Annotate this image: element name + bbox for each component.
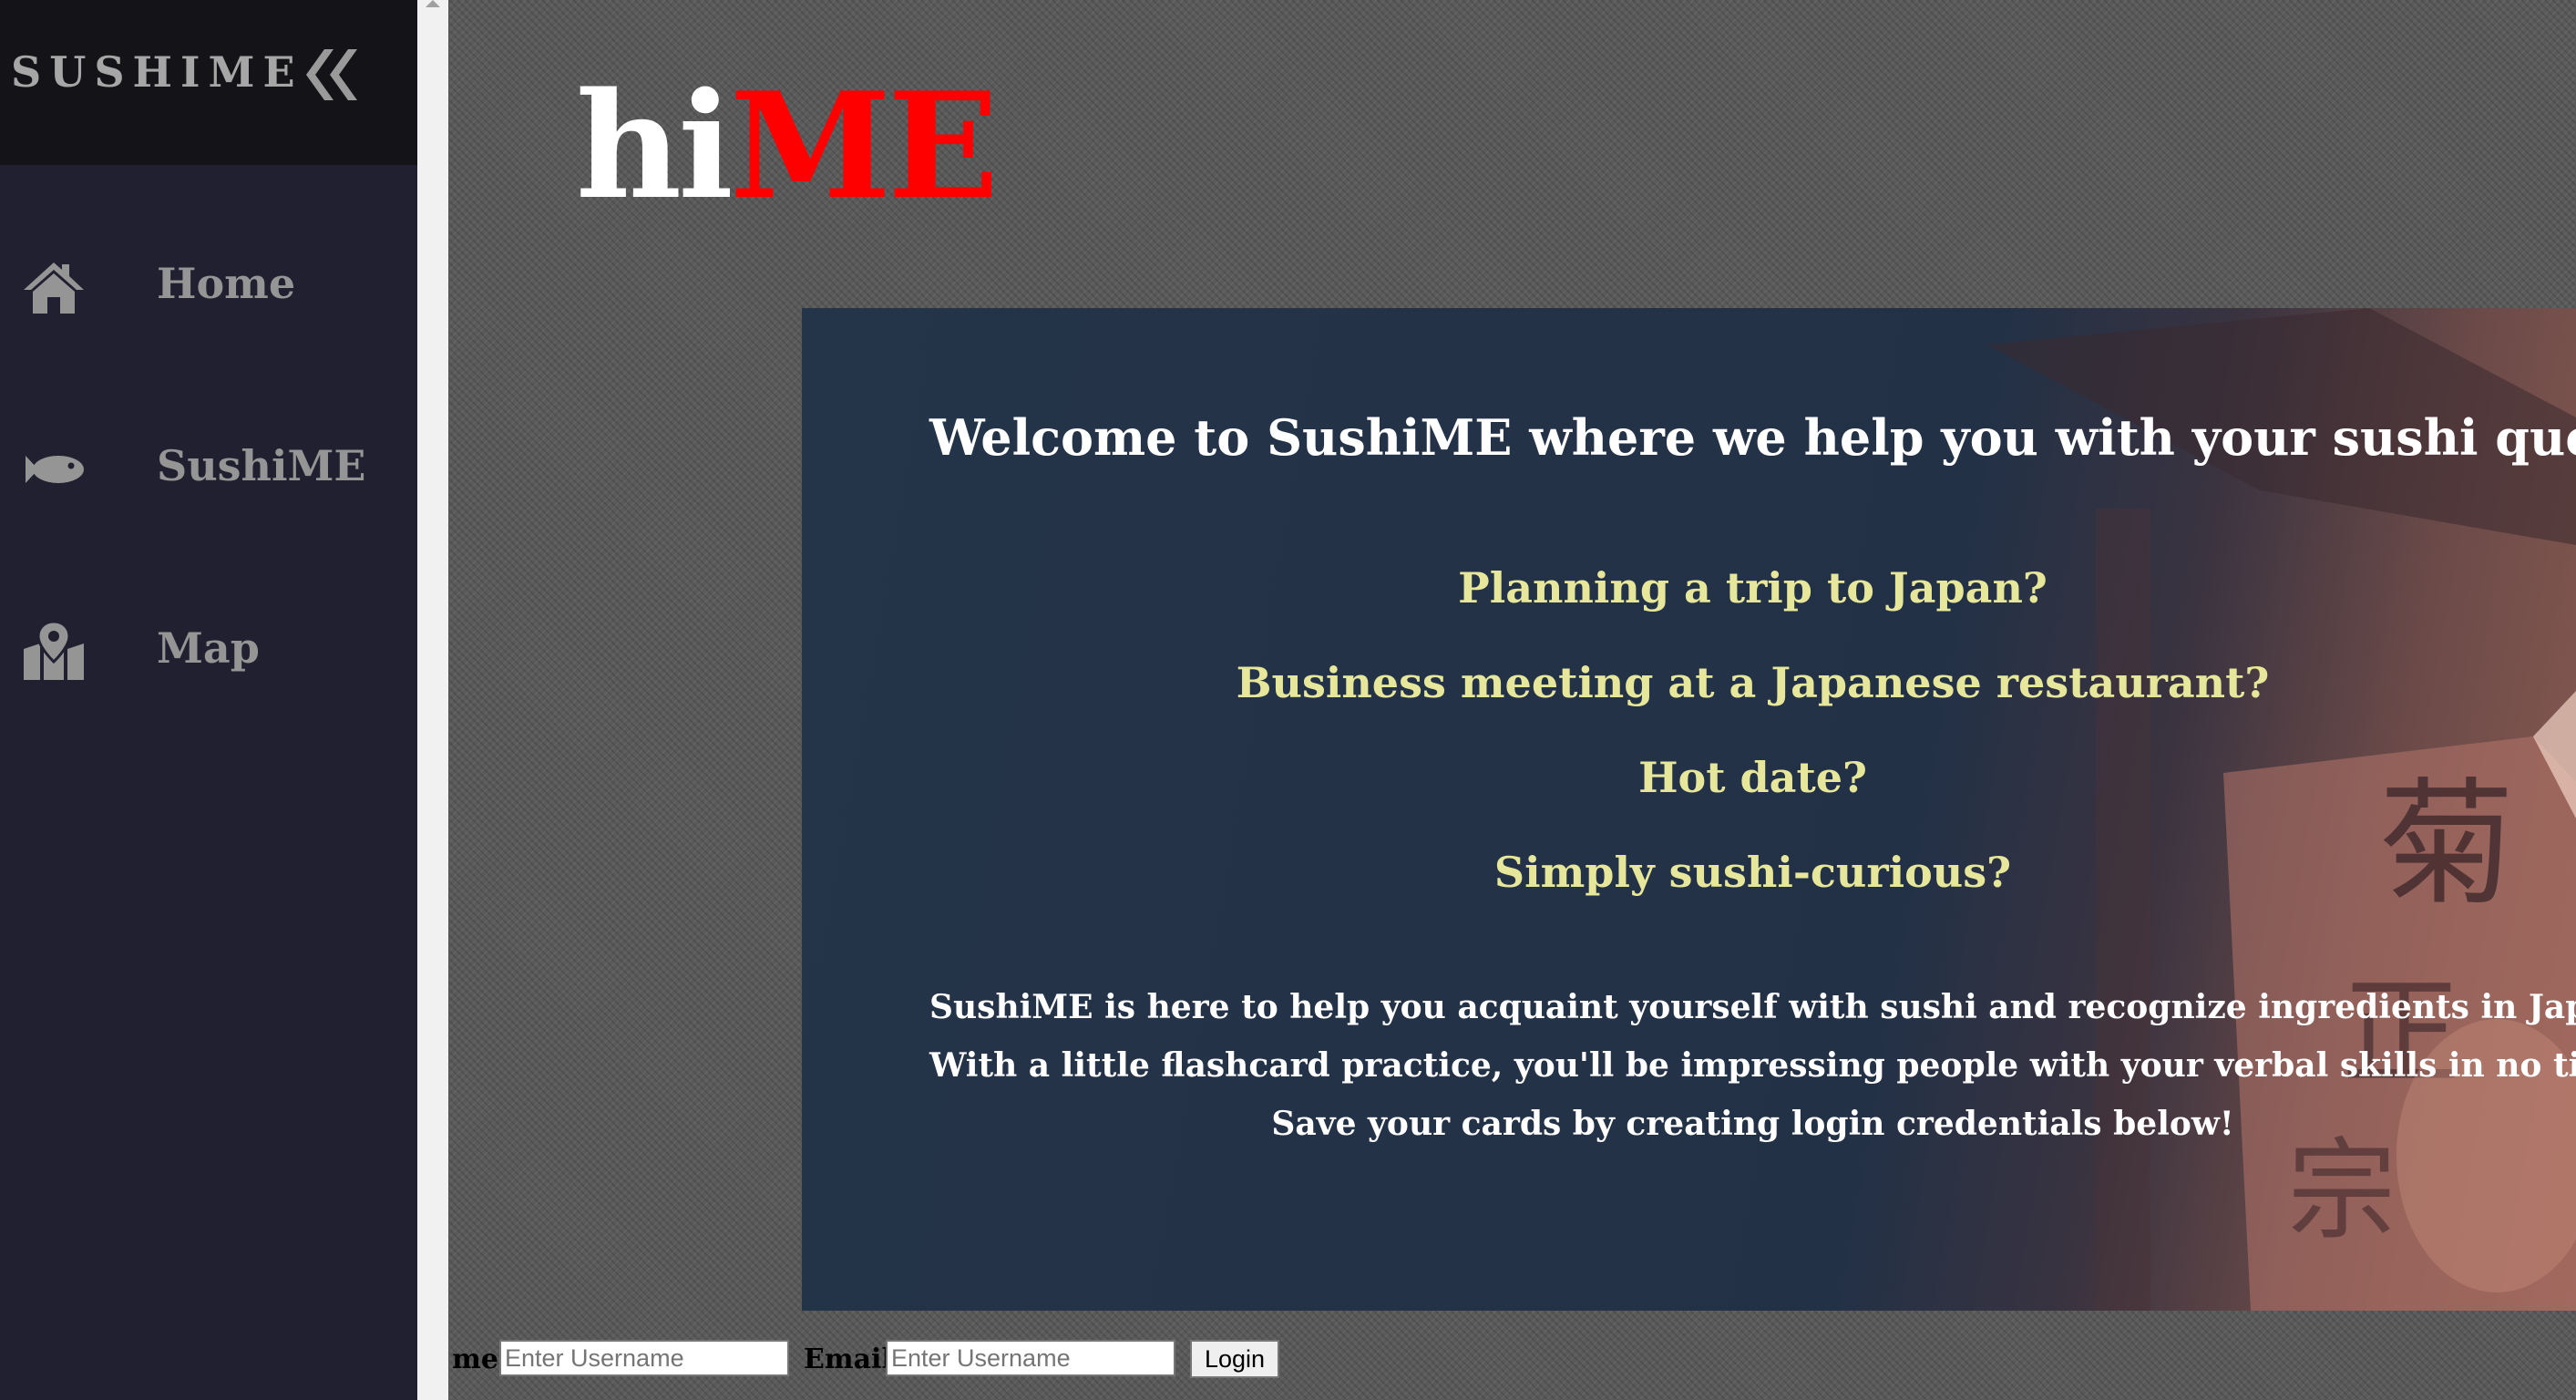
email-label: Email [804,1343,892,1375]
welcome-heading: Welcome to SushiME where we help you wit… [929,408,2576,467]
description-line: With a little flashcard practice, you'll… [929,1046,2576,1085]
home-icon [24,262,84,314]
username-input[interactable] [499,1340,789,1376]
sidebar-header: SUSHIME [0,0,417,165]
hero-panel: 菊 正 宗 Welcome to SushiME where we help y… [802,308,2576,1311]
scroll-up-arrow-icon[interactable] [426,0,440,7]
login-button[interactable]: Login [1190,1340,1279,1378]
sidebar-item-label: Home [157,259,296,308]
description-line: SushiME is here to help you acquaint you… [929,988,2576,1026]
map-marker-icon [24,622,84,680]
page-title-part-white: hi [575,64,734,232]
question-line: Planning a trip to Japan? [1458,563,2047,612]
email-input[interactable] [886,1340,1175,1376]
sidebar-item-sushime[interactable]: SushiME [0,419,417,520]
double-chevron-left-icon [306,49,357,100]
sidebar-item-home[interactable]: Home [0,237,417,337]
username-label: me [452,1343,498,1375]
sidebar-item-label: SushiME [157,441,366,490]
question-line: Simply sushi-curious? [1493,848,2012,897]
sidebar-item-label: Map [157,623,260,673]
sidebar-brand: SUSHIME [11,47,303,97]
page-title-part-red: ME [729,64,995,232]
collapse-sidebar-button[interactable] [297,40,366,109]
sidebar: SUSHIME Home SushiME Map [0,0,417,1400]
fish-icon [26,456,84,483]
question-line: Business meeting at a Japanese restauran… [1236,658,2270,707]
scrollbar[interactable] [417,0,448,1400]
page-title: hiME [448,64,995,246]
description-line: Save your cards by creating login creden… [1271,1105,2234,1143]
question-line: Hot date? [1638,753,1867,802]
hero-content: Welcome to SushiME where we help you wit… [802,308,2576,1311]
sidebar-item-map[interactable]: Map [0,602,417,702]
